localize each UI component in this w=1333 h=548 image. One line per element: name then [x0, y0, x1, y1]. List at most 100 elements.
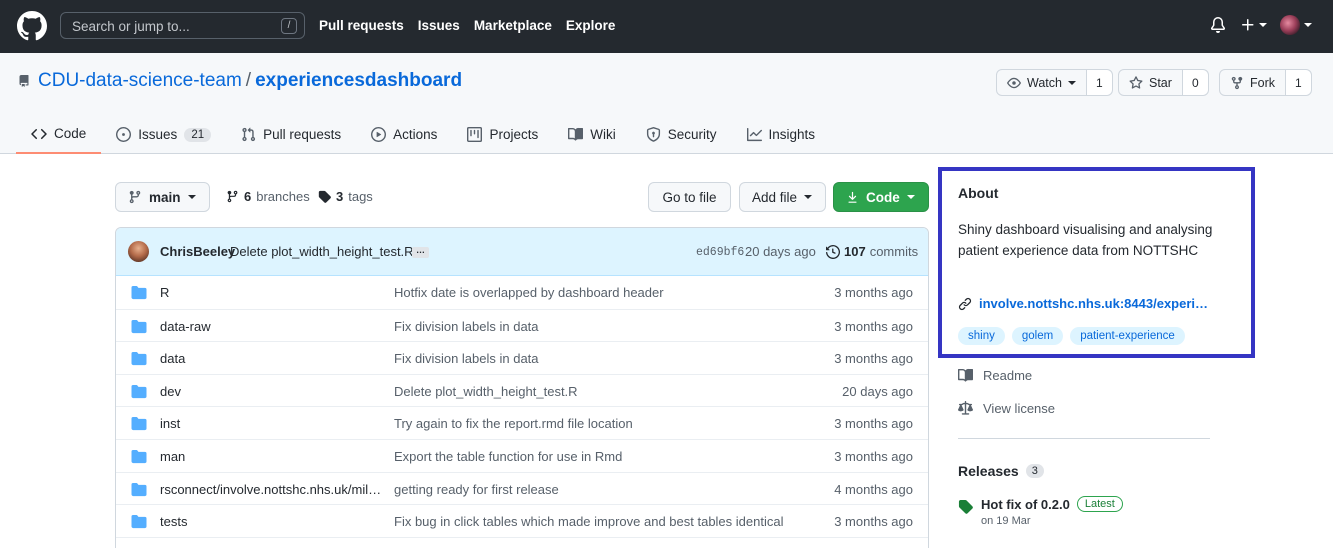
table-row[interactable]: inst Try again to fix the report.rmd fil…	[116, 406, 928, 439]
commit-sha[interactable]: ed69bf6	[696, 246, 744, 259]
watch-label: Watch	[1027, 75, 1062, 90]
file-commit-message[interactable]: Hotfix date is overlapped by dashboard h…	[394, 285, 789, 300]
file-commit-message[interactable]: Try again to fix the report.rmd file loc…	[394, 416, 789, 431]
fork-button[interactable]: Fork	[1220, 70, 1285, 95]
add-file-button[interactable]: Add file	[739, 182, 826, 212]
code-download-button[interactable]: Code	[833, 182, 929, 212]
tab-issues[interactable]: Issues 21	[101, 115, 226, 154]
chevron-down-icon	[1304, 23, 1312, 27]
file-name-link[interactable]: man	[160, 449, 382, 464]
file-name-link[interactable]: R	[160, 285, 382, 300]
tag-icon	[958, 499, 973, 514]
avatar[interactable]	[128, 241, 149, 262]
nav-marketplace[interactable]: Marketplace	[474, 18, 552, 33]
folder-icon	[131, 319, 147, 333]
folder-icon	[131, 482, 147, 496]
folder-icon	[131, 285, 147, 300]
graph-icon	[746, 127, 762, 142]
table-row[interactable]: dev Delete plot_width_height_test.R 20 d…	[116, 373, 928, 407]
about-heading: About	[958, 185, 999, 201]
user-menu[interactable]	[1280, 15, 1312, 35]
tab-security[interactable]: Security	[631, 115, 732, 154]
tab-code[interactable]: Code	[16, 115, 102, 154]
tags-link[interactable]: 3 tags	[318, 189, 373, 204]
tab-wiki[interactable]: Wiki	[553, 115, 631, 154]
nav-pull-requests[interactable]: Pull requests	[319, 18, 404, 33]
link-icon	[958, 297, 972, 310]
license-link[interactable]: View license	[958, 401, 1055, 416]
topic-tag[interactable]: patient-experience	[1070, 327, 1185, 345]
branches-link[interactable]: 6 branches	[226, 189, 310, 204]
chevron-down-icon	[1067, 80, 1076, 85]
star-button[interactable]: Star	[1119, 70, 1182, 95]
file-name-link[interactable]: dev	[160, 384, 382, 399]
release-title: Hot fix of 0.2.0	[981, 496, 1070, 512]
repo-icon	[19, 75, 29, 87]
commit-author[interactable]: ChrisBeeley	[160, 244, 235, 259]
search-input[interactable]: Search or jump to... /	[60, 12, 305, 39]
homepage-link[interactable]: involve.nottshc.nhs.uk:8443/experiencesd…	[958, 296, 1209, 311]
repo-owner-link[interactable]: CDU-data-science-team	[38, 70, 242, 91]
tab-projects[interactable]: Projects	[452, 115, 553, 154]
topic-tag[interactable]: golem	[1011, 327, 1064, 345]
go-to-file-button[interactable]: Go to file	[648, 182, 731, 212]
table-row[interactable]: man Export the table function for use in…	[116, 438, 928, 472]
git-branch-icon	[227, 190, 238, 203]
file-commit-message[interactable]: Fix division labels in data	[394, 351, 789, 366]
latest-release[interactable]: Hot fix of 0.2.0 Latest on 19 Mar	[958, 496, 1123, 527]
add-file-label: Add file	[752, 189, 798, 205]
bell-icon[interactable]	[1210, 17, 1226, 33]
branches-count: 6	[244, 189, 252, 204]
tab-pull-requests-label: Pull requests	[263, 127, 342, 142]
tab-pull-requests[interactable]: Pull requests	[226, 115, 356, 154]
license-label: View license	[983, 401, 1056, 416]
global-header: Search or jump to... / Pull requests Iss…	[0, 0, 1333, 53]
sidebar-divider	[958, 438, 1210, 439]
repo-name-link[interactable]: experiencesdashboard	[255, 70, 462, 91]
search-placeholder: Search or jump to...	[72, 19, 190, 34]
go-to-file-label: Go to file	[662, 189, 717, 205]
book-icon	[568, 127, 584, 141]
readme-link[interactable]: Readme	[958, 368, 1032, 383]
table-row[interactable]	[116, 536, 928, 548]
table-row[interactable]: R Hotfix date is overlapped by dashboard…	[116, 276, 928, 309]
file-commit-age: 3 months ago	[834, 448, 913, 464]
file-commit-age: 3 months ago	[834, 285, 913, 300]
branch-select-button[interactable]: main	[115, 182, 210, 212]
file-name-link[interactable]: inst	[160, 416, 382, 431]
create-new-menu[interactable]	[1240, 17, 1267, 33]
file-commit-message[interactable]: Fix division labels in data	[394, 319, 789, 334]
tab-projects-label: Projects	[489, 127, 539, 142]
file-name-link[interactable]: tests	[160, 514, 382, 529]
file-commit-age: 4 months ago	[834, 481, 913, 497]
commits-link[interactable]: 107 commits	[826, 244, 918, 259]
table-row[interactable]: tests Fix bug in click tables which made…	[116, 504, 928, 537]
file-commit-message[interactable]: getting ready for first release	[394, 482, 789, 497]
file-commit-message[interactable]: Delete plot_width_height_test.R	[394, 384, 789, 399]
tab-code-label: Code	[54, 126, 87, 141]
topic-tag[interactable]: shiny	[958, 327, 1005, 345]
fork-count[interactable]: 1	[1285, 70, 1311, 95]
code-download-label: Code	[866, 189, 900, 205]
tab-actions-label: Actions	[393, 127, 438, 142]
tab-actions[interactable]: Actions	[356, 115, 452, 154]
table-row[interactable]: data-raw Fix division labels in data 3 m…	[116, 308, 928, 342]
book-icon	[958, 368, 973, 382]
nav-explore[interactable]: Explore	[566, 18, 616, 33]
star-count[interactable]: 0	[1181, 70, 1208, 95]
tab-insights[interactable]: Insights	[732, 115, 831, 154]
commit-message[interactable]: Delete plot_width_height_test.R	[230, 244, 414, 259]
github-logo-icon[interactable]	[17, 11, 47, 41]
nav-issues[interactable]: Issues	[418, 18, 460, 33]
watch-count[interactable]: 1	[1085, 70, 1112, 95]
file-name-link[interactable]: data-raw	[160, 319, 382, 334]
file-name-link[interactable]: rsconnect/involve.nottshc.nhs.uk/milanwi…	[160, 482, 382, 497]
table-row[interactable]: data Fix division labels in data 3 month…	[116, 341, 928, 374]
file-commit-message[interactable]: Export the table function for use in Rmd	[394, 449, 789, 464]
file-name-link[interactable]: data	[160, 351, 382, 366]
watch-button[interactable]: Watch	[997, 70, 1086, 95]
table-row[interactable]: rsconnect/involve.nottshc.nhs.uk/milanwi…	[116, 471, 928, 505]
file-commit-message[interactable]: Fix bug in click tables which made impro…	[394, 514, 789, 529]
releases-heading[interactable]: Releases 3	[958, 463, 1044, 479]
commit-expand-button[interactable]: …	[412, 246, 429, 258]
